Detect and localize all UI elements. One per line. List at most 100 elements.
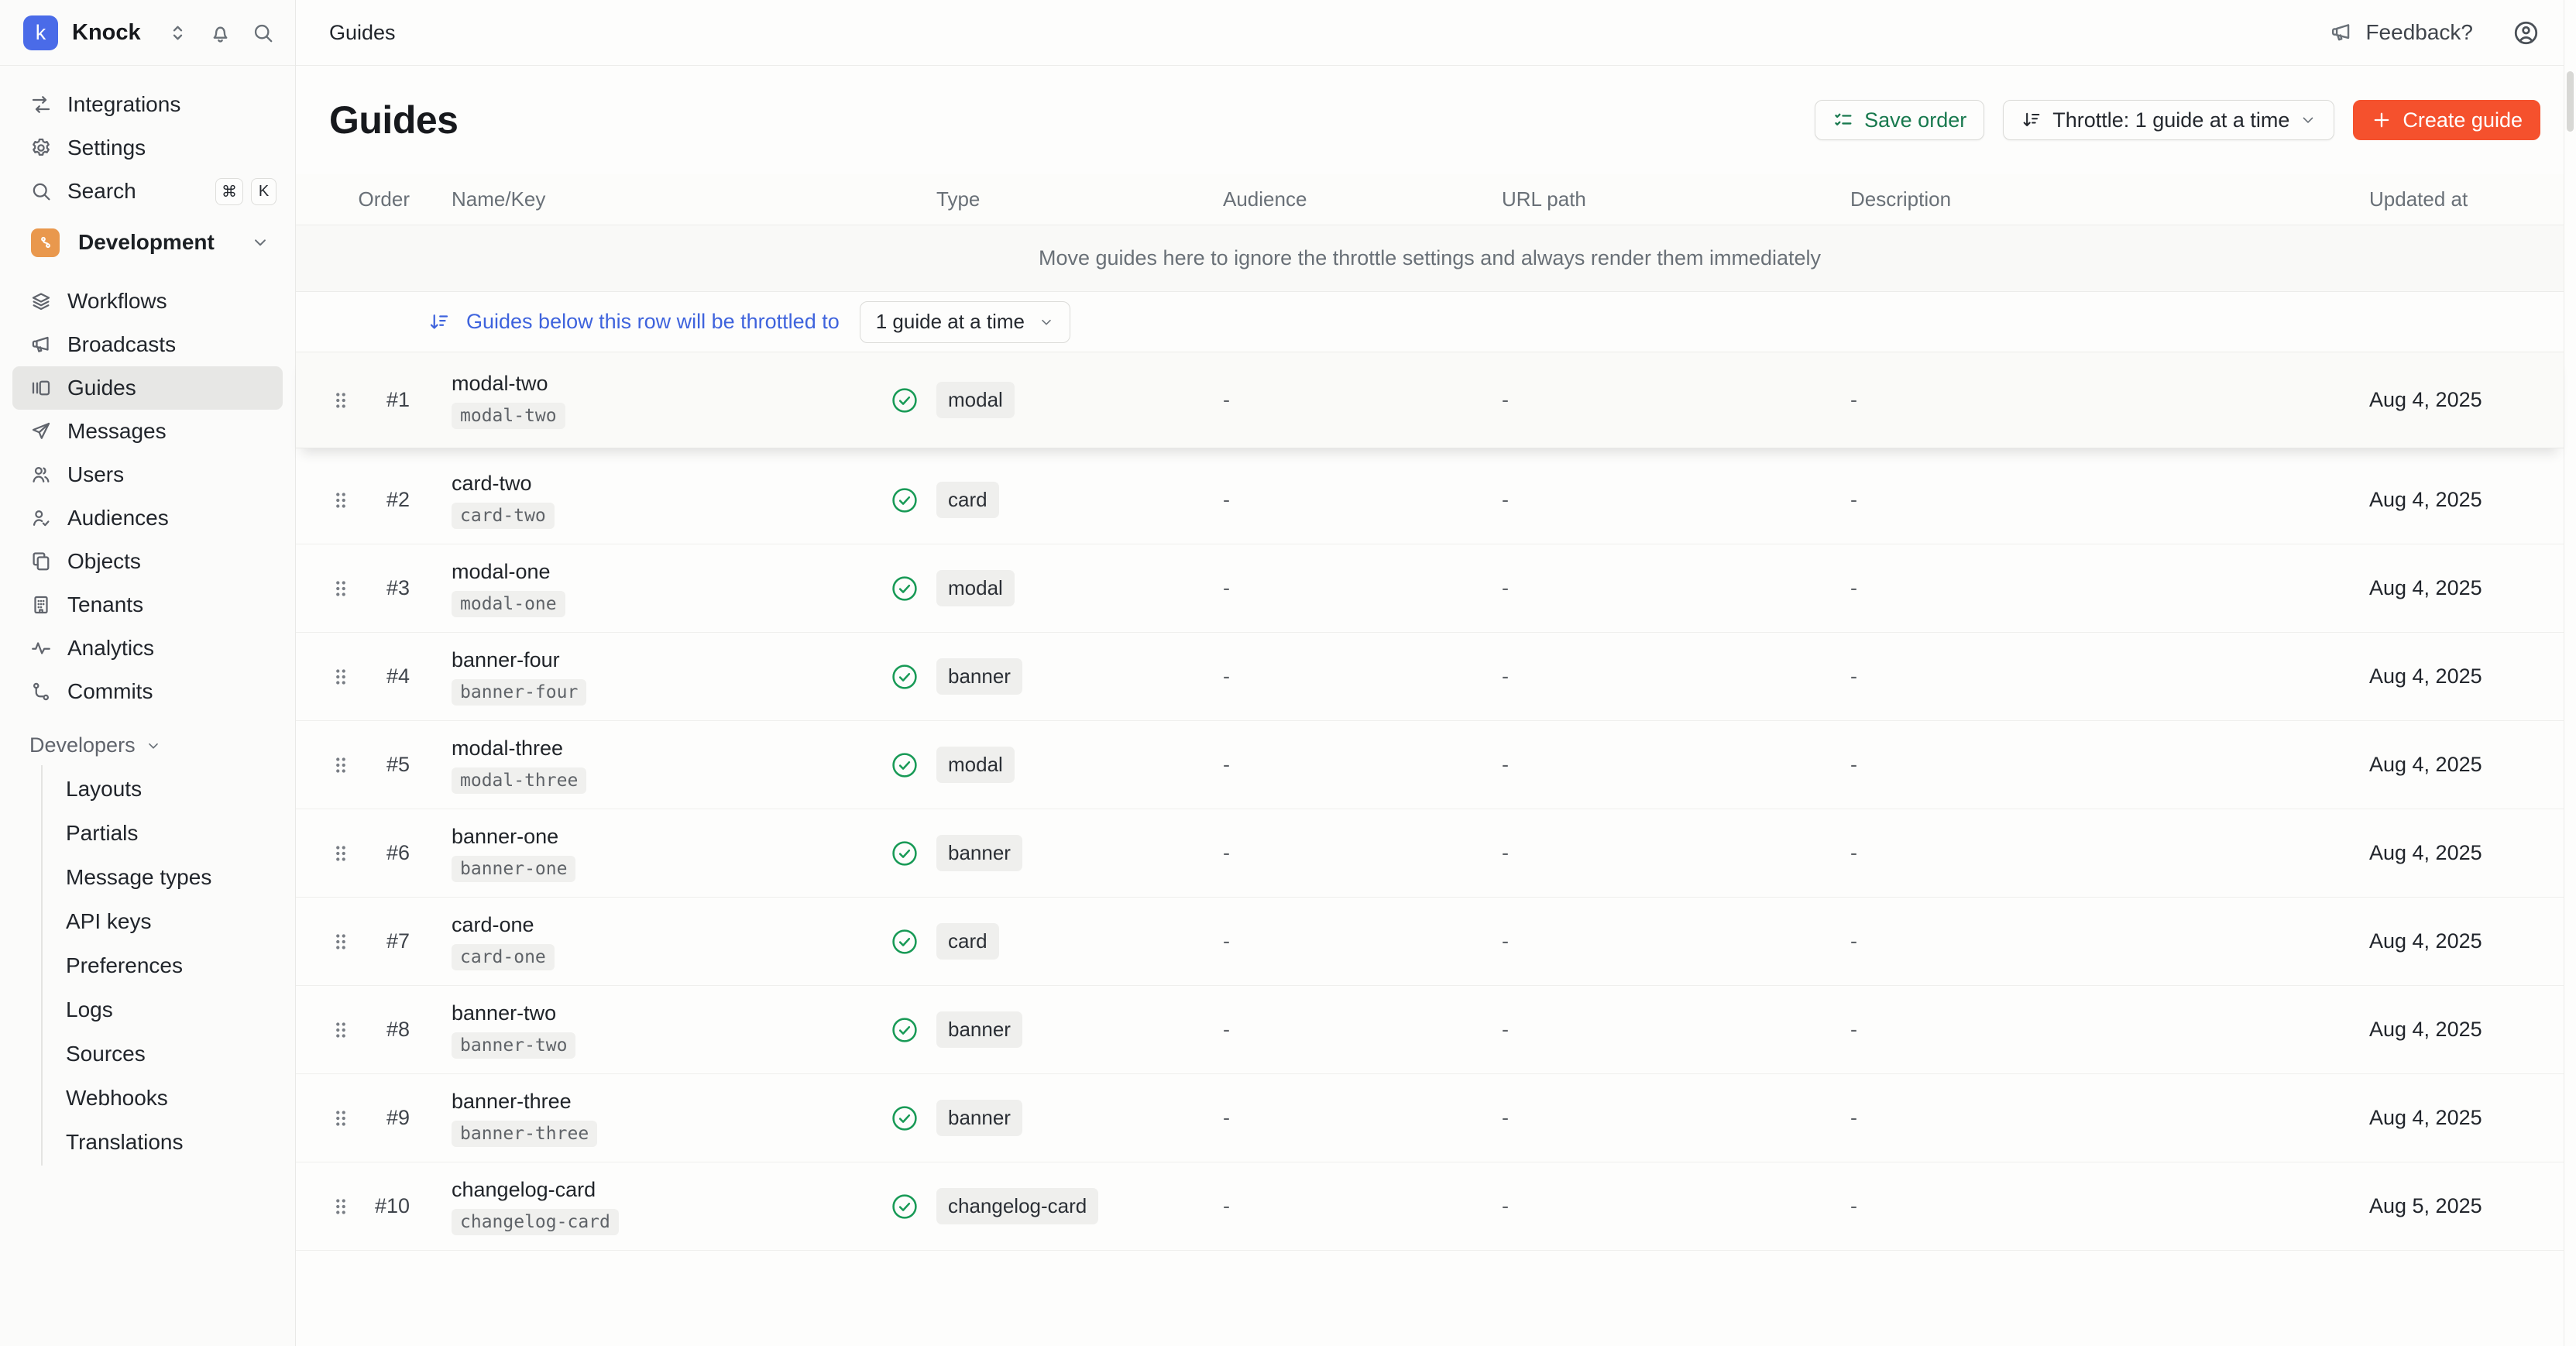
guide-name[interactable]: changelog-card xyxy=(452,1178,596,1202)
status-active-icon xyxy=(890,927,936,956)
guide-name[interactable]: card-two xyxy=(452,472,532,496)
sidebar-item-message-types[interactable]: Message types xyxy=(43,855,295,899)
sidebar-item-webhooks[interactable]: Webhooks xyxy=(43,1076,295,1120)
drag-handle[interactable] xyxy=(329,1107,360,1130)
chevron-down-icon xyxy=(2300,112,2317,129)
sidebar-item-api-keys[interactable]: API keys xyxy=(43,899,295,943)
sidebar-item-commits[interactable]: Commits xyxy=(0,670,295,713)
sort-descending-icon xyxy=(2021,109,2042,131)
sidebar-item-label: Guides xyxy=(67,376,136,400)
row-order: #4 xyxy=(386,664,425,688)
drag-handle[interactable] xyxy=(329,1018,360,1042)
chevron-down-icon xyxy=(250,232,270,252)
guide-name[interactable]: modal-three xyxy=(452,737,563,761)
drag-handle-icon xyxy=(329,754,352,777)
table-row[interactable]: #10 changelog-card changelog-card change… xyxy=(296,1162,2564,1251)
user-avatar-button[interactable] xyxy=(2512,19,2540,47)
sidebar-item-layouts[interactable]: Layouts xyxy=(43,767,295,811)
main-content: Guides Feedback? Guides Save order Throt… xyxy=(296,0,2564,1346)
guide-name[interactable]: modal-one xyxy=(452,560,551,584)
row-order: #7 xyxy=(386,929,425,953)
sidebar-item-objects[interactable]: Objects xyxy=(0,540,295,583)
drag-handle[interactable] xyxy=(329,389,360,412)
sidebar-item-analytics[interactable]: Analytics xyxy=(0,627,295,670)
ignore-throttle-dropzone[interactable]: Move guides here to ignore the throttle … xyxy=(296,225,2564,292)
kbd-cmd: ⌘ xyxy=(215,178,243,205)
sidebar-item-guides[interactable]: Guides xyxy=(12,366,283,410)
throttle-dropdown-button[interactable]: Throttle: 1 guide at a time xyxy=(2003,100,2334,140)
drag-handle[interactable] xyxy=(329,489,360,512)
sidebar-item-integrations[interactable]: Integrations xyxy=(0,83,295,126)
sidebar-item-translations[interactable]: Translations xyxy=(43,1120,295,1164)
row-audience: - xyxy=(1223,576,1502,600)
chevron-down-icon xyxy=(1039,314,1054,330)
column-header-name-key: Name/Key xyxy=(425,187,890,211)
guide-name[interactable]: modal-two xyxy=(452,372,548,396)
guide-key-badge: banner-four xyxy=(452,679,586,706)
sidebar-item-users[interactable]: Users xyxy=(0,453,295,496)
row-audience: - xyxy=(1223,388,1502,412)
sidebar-item-sources[interactable]: Sources xyxy=(43,1032,295,1076)
developers-section-toggle[interactable]: Developers xyxy=(29,733,295,757)
save-order-button[interactable]: Save order xyxy=(1815,100,1984,140)
guide-name[interactable]: banner-three xyxy=(452,1090,572,1114)
topbar: Guides Feedback? xyxy=(296,0,2564,66)
sidebar-item-workflows[interactable]: Workflows xyxy=(0,280,295,323)
guide-name[interactable]: card-one xyxy=(452,913,534,937)
search-icon[interactable] xyxy=(251,21,275,45)
messages-icon xyxy=(29,420,53,443)
environment-switcher[interactable]: Development xyxy=(0,221,295,264)
sidebar-item-label: Broadcasts xyxy=(67,332,176,357)
throttle-value-select[interactable]: 1 guide at a time xyxy=(860,301,1070,343)
table-header: Order Name/Key Type Audience URL path De… xyxy=(296,174,2564,225)
sidebar-item-audiences[interactable]: Audiences xyxy=(0,496,295,540)
row-order: #1 xyxy=(386,388,425,412)
sidebar-item-settings[interactable]: Settings xyxy=(0,126,295,170)
row-url-path: - xyxy=(1502,1106,1850,1130)
bell-icon[interactable] xyxy=(208,21,232,45)
sidebar-item-tenants[interactable]: Tenants xyxy=(0,583,295,627)
table-row[interactable]: #2 card-two card-two card - - - Aug 4, 2… xyxy=(296,456,2564,544)
drag-handle[interactable] xyxy=(329,930,360,953)
sidebar-item-messages[interactable]: Messages xyxy=(0,410,295,453)
guide-name[interactable]: banner-two xyxy=(452,1001,556,1025)
scrollbar-thumb[interactable] xyxy=(2567,71,2574,132)
sidebar-item-broadcasts[interactable]: Broadcasts xyxy=(0,323,295,366)
throttle-divider-label: Guides below this row will be throttled … xyxy=(466,310,840,334)
table-row[interactable]: #3 modal-one modal-one modal - - - Aug 4… xyxy=(296,544,2564,633)
table-row[interactable]: #5 modal-three modal-three modal - - - A… xyxy=(296,721,2564,809)
drag-handle-icon xyxy=(329,842,352,865)
type-badge: modal xyxy=(936,382,1015,418)
table-row[interactable]: #7 card-one card-one card - - - Aug 4, 2… xyxy=(296,898,2564,986)
drag-handle[interactable] xyxy=(329,754,360,777)
sidebar-item-preferences[interactable]: Preferences xyxy=(43,943,295,987)
feedback-button[interactable]: Feedback? xyxy=(2329,20,2473,45)
table-row[interactable]: #8 banner-two banner-two banner - - - Au… xyxy=(296,986,2564,1074)
table-row[interactable]: #6 banner-one banner-one banner - - - Au… xyxy=(296,809,2564,898)
drag-handle[interactable] xyxy=(329,1195,360,1218)
sidebar-item-label: Audiences xyxy=(67,506,169,531)
sidebar-item-logs[interactable]: Logs xyxy=(43,987,295,1032)
guide-name[interactable]: banner-one xyxy=(452,825,558,849)
table-row[interactable]: #9 banner-three banner-three banner - - … xyxy=(296,1074,2564,1162)
tenants-icon xyxy=(29,593,53,616)
guide-key-badge: card-two xyxy=(452,503,555,529)
sidebar-item-partials[interactable]: Partials xyxy=(43,811,295,855)
sidebar-item-search[interactable]: Search ⌘ K xyxy=(0,170,295,213)
drag-handle[interactable] xyxy=(329,577,360,600)
table-row[interactable]: #4 banner-four banner-four banner - - - … xyxy=(296,633,2564,721)
row-updated-at: Aug 4, 2025 xyxy=(2369,1018,2564,1042)
guide-rows: #1 modal-two modal-two modal - - - Aug 4… xyxy=(296,352,2564,1251)
throttle-divider-link[interactable]: Guides below this row will be throttled … xyxy=(428,310,840,334)
drag-handle[interactable] xyxy=(329,842,360,865)
status-active-icon xyxy=(890,750,936,780)
scrollbar-track[interactable] xyxy=(2564,0,2576,1346)
guide-name[interactable]: banner-four xyxy=(452,648,560,672)
workspace-switcher-icon[interactable] xyxy=(166,21,190,45)
table-row[interactable]: #1 modal-two modal-two modal - - - Aug 4… xyxy=(296,352,2564,448)
knock-logo: k xyxy=(23,15,58,50)
row-updated-at: Aug 4, 2025 xyxy=(2369,753,2564,777)
create-guide-button[interactable]: Create guide xyxy=(2353,100,2540,140)
environment-name: Development xyxy=(78,230,215,255)
drag-handle[interactable] xyxy=(329,665,360,688)
